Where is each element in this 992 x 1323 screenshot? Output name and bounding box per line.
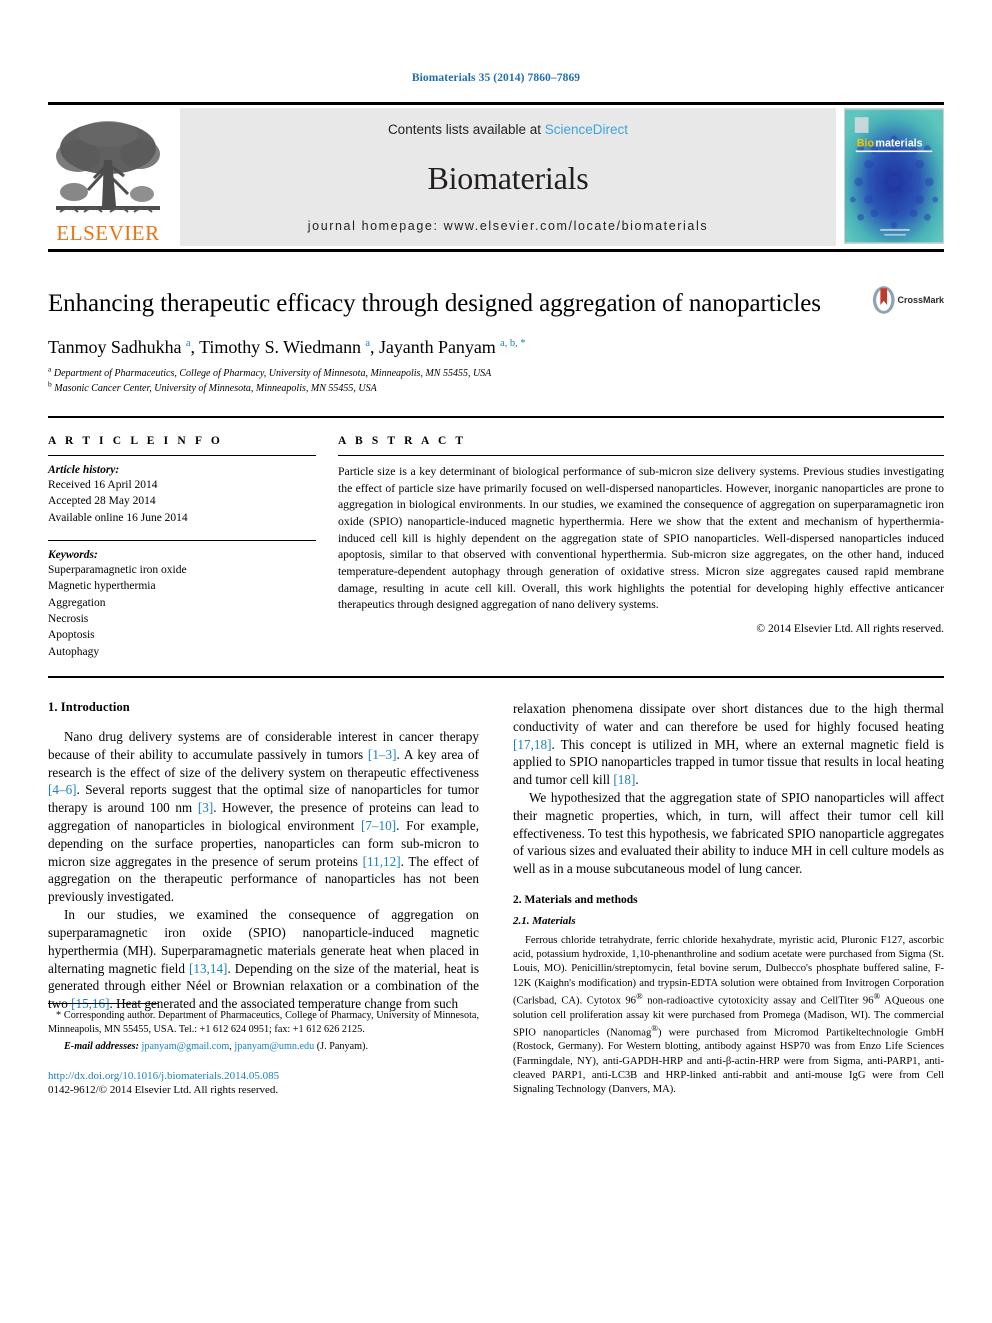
doi-link[interactable]: http://dx.doi.org/10.1016/j.biomaterials… <box>48 1069 479 1083</box>
divider-above-abstract <box>48 416 944 418</box>
body-columns: 1. Introduction Nano drug delivery syste… <box>48 700 944 1097</box>
intro-paragraph-1: Nano drug delivery systems are of consid… <box>48 728 479 905</box>
section-heading-materials-methods: 2. Materials and methods <box>513 894 638 907</box>
article-history-accepted: Accepted 28 May 2014 <box>48 495 156 508</box>
footnote-rule <box>48 1003 158 1005</box>
email-label: E-mail addresses: <box>64 1040 139 1052</box>
affiliation-text: Masonic Cancer Center, University of Min… <box>54 382 377 394</box>
contents-prefix: Contents lists available at <box>387 122 545 137</box>
journal-cover-image: Bio materials <box>844 108 944 244</box>
info-abstract-row: A R T I C L E I N F O Article history: R… <box>48 435 944 660</box>
keyword-item: Necrosis <box>48 612 89 625</box>
article-history-label: Article history: <box>48 464 120 476</box>
article-info-heading: A R T I C L E I N F O <box>48 435 223 447</box>
info-gap <box>48 526 316 540</box>
intro-paragraph-4: We hypothesized that the aggregation sta… <box>513 790 944 877</box>
materials-paragraph: Ferrous chloride tetrahydrate, ferric ch… <box>513 935 944 1096</box>
article-info-rule <box>48 455 316 456</box>
corresponding-author-text: * Corresponding author. Department of Ph… <box>48 1010 479 1036</box>
article-history-online: Available online 16 June 2014 <box>48 511 188 524</box>
doi-block: http://dx.doi.org/10.1016/j.biomaterials… <box>48 1069 479 1098</box>
affiliation-list: a Department of Pharmaceutics, College o… <box>48 364 944 397</box>
affiliation-marker: b <box>48 379 52 389</box>
keyword-item: Aggregation <box>48 596 106 609</box>
abstract-text: Particle size is a key determinant of bi… <box>338 465 944 612</box>
email-link-umn[interactable]: jpanyam@umn.edu <box>234 1041 314 1052</box>
page-title: Enhancing therapeutic efficacy through d… <box>48 290 821 317</box>
journal-masthead: ELSEVIER Contents lists available at Sci… <box>48 102 944 252</box>
email-owner: (J. Panyam). <box>316 1040 368 1052</box>
intro-paragraph-3: relaxation phenomena dissipate over shor… <box>513 700 944 788</box>
section-heading-introduction: 1. Introduction <box>48 699 130 714</box>
keyword-item: Autophagy <box>48 645 100 658</box>
journal-title: Biomaterials <box>427 159 589 196</box>
affiliation-item: b Masonic Cancer Center, University of M… <box>48 379 944 397</box>
paper-page: Biomaterials 35 (2014) 7860–7869 ELSEVIE… <box>0 0 992 1323</box>
keyword-item: Superparamagnetic iron oxide <box>48 563 187 576</box>
elsevier-tree-icon <box>56 121 160 213</box>
keyword-item: Magnetic hyperthermia <box>48 580 156 593</box>
sciencedirect-link[interactable]: ScienceDirect <box>545 122 628 137</box>
abstract-column: A B S T R A C T Particle size is a key d… <box>338 435 944 660</box>
abstract-rule <box>338 455 944 456</box>
running-head: Biomaterials 35 (2014) 7860–7869 <box>411 72 581 84</box>
issn-copyright-line: 0142-9612/© 2014 Elsevier Ltd. All right… <box>48 1083 279 1096</box>
elsevier-logo: ELSEVIER <box>48 108 168 246</box>
journal-cover: Bio materials <box>844 108 944 246</box>
svg-text:materials: materials <box>875 138 922 150</box>
article-info-column: A R T I C L E I N F O Article history: R… <box>48 435 338 660</box>
crossmark-label: CrossMark <box>897 295 944 305</box>
abstract-copyright: © 2014 Elsevier Ltd. All rights reserved… <box>756 623 944 636</box>
journal-homepage[interactable]: journal homepage: www.elsevier.com/locat… <box>308 219 708 233</box>
keyword-list: Superparamagnetic iron oxide Magnetic hy… <box>48 562 316 660</box>
contents-available-line: Contents lists available at ScienceDirec… <box>388 122 628 137</box>
email-link-gmail[interactable]: jpanyam@gmail.com <box>142 1041 230 1052</box>
keyword-item: Apoptosis <box>48 629 95 642</box>
svg-text:Bio: Bio <box>857 138 875 150</box>
intro-paragraph-2: In our studies, we examined the conseque… <box>48 907 479 1012</box>
divider-below-abstract <box>48 675 944 678</box>
abstract-heading: A B S T R A C T <box>338 435 467 447</box>
keywords-label: Keywords: <box>48 548 98 561</box>
body-column-left: 1. Introduction Nano drug delivery syste… <box>48 700 479 1097</box>
subsection-heading-materials: 2.1. Materials <box>513 915 576 928</box>
elsevier-wordmark: ELSEVIER <box>56 221 160 245</box>
corresponding-author-footnote: * Corresponding author. Department of Ph… <box>48 1003 479 1097</box>
affiliation-item: a Department of Pharmaceutics, College o… <box>48 364 944 382</box>
body-column-right: relaxation phenomena dissipate over shor… <box>513 700 944 1097</box>
email-addresses-line: E-mail addresses: jpanyam@gmail.com, jpa… <box>64 1040 368 1052</box>
author-list: Tanmoy Sadhukha a, Timothy S. Wiedmann a… <box>48 337 526 357</box>
crossmark-badge[interactable]: CrossMark <box>872 278 944 322</box>
crossmark-icon <box>872 286 895 314</box>
affiliation-text: Department of Pharmaceutics, College of … <box>53 368 492 379</box>
article-history-received: Received 16 April 2014 <box>48 479 158 491</box>
keywords-rule <box>48 539 316 541</box>
affiliation-marker: a <box>48 364 52 374</box>
title-block: CrossMark Enhancing therapeutic efficacy… <box>48 286 944 397</box>
journal-info-panel: Contents lists available at ScienceDirec… <box>180 108 836 246</box>
